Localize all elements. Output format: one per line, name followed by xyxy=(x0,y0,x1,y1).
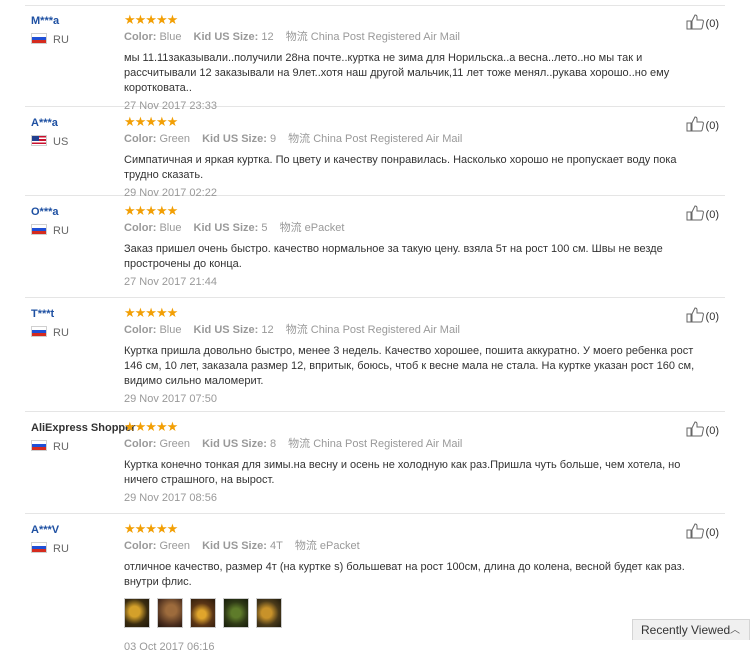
review-item: AliExpress Shopper RU ★★★★★ Color: Green… xyxy=(25,412,725,514)
review-item: A***a US ★★★★★ Color: Green Kid US Size:… xyxy=(25,107,725,199)
size-value: 4T xyxy=(269,540,283,552)
rating-stars: ★★★★★ xyxy=(124,419,178,434)
review-attributes: Color: Blue Kid US Size: 12 物流 China Pos… xyxy=(124,30,714,44)
reviewer-country: RU xyxy=(53,327,69,339)
color-label: Color: xyxy=(124,438,157,450)
review-date: 29 Nov 2017 07:50 xyxy=(124,393,217,405)
review-date: 27 Nov 2017 21:44 xyxy=(124,276,217,288)
review-attributes: Color: Blue Kid US Size: 5 物流 ePacket xyxy=(124,221,714,235)
review-attributes: Color: Green Kid US Size: 4T 物流 ePacket xyxy=(124,539,714,553)
chevron-up-icon: ︿ xyxy=(730,625,740,636)
review-photo-thumbnail[interactable] xyxy=(190,598,216,628)
color-value: Green xyxy=(159,540,191,552)
flag-icon xyxy=(31,135,47,146)
helpful-button[interactable]: (0) xyxy=(686,116,719,134)
shipping-method: 物流 China Post Registered Air Mail xyxy=(285,31,460,43)
review-photos xyxy=(124,598,714,628)
review-item: A***V RU ★★★★★ Color: Green Kid US Size:… xyxy=(25,514,725,653)
review-text: Куртка конечно тонкая для зимы.на весну … xyxy=(124,459,681,486)
review-attributes: Color: Green Kid US Size: 8 物流 China Pos… xyxy=(124,437,714,451)
review-text: Симпатичная и яркая куртка. По цвету и к… xyxy=(124,154,677,181)
shipping-method: 物流 China Post Registered Air Mail xyxy=(285,324,460,336)
recently-viewed-label: Recently Viewed xyxy=(641,623,731,637)
helpful-button[interactable]: (0) xyxy=(686,421,719,439)
reviewer-country: RU xyxy=(53,441,69,453)
reviewer-country: RU xyxy=(53,225,69,237)
reviewer-country: RU xyxy=(53,34,69,46)
size-label: Kid US Size: xyxy=(202,540,267,552)
color-label: Color: xyxy=(124,222,157,234)
size-value: 12 xyxy=(261,324,274,336)
thumbs-up-icon xyxy=(686,205,704,221)
thumbs-up-icon xyxy=(686,116,704,132)
shipping-method: 物流 China Post Registered Air Mail xyxy=(288,438,463,450)
review-item: O***a RU ★★★★★ Color: Blue Kid US Size: … xyxy=(25,196,725,298)
rating-stars: ★★★★★ xyxy=(124,12,178,27)
rating-stars: ★★★★★ xyxy=(124,305,178,320)
review-date: 29 Nov 2017 08:56 xyxy=(124,492,217,504)
color-value: Blue xyxy=(159,31,182,43)
reviewer-country: US xyxy=(53,136,69,148)
review-item: M***a RU ★★★★★ Color: Blue Kid US Size: … xyxy=(25,5,725,112)
flag-icon xyxy=(31,326,47,337)
color-label: Color: xyxy=(124,133,157,145)
thumbs-up-icon xyxy=(686,523,704,539)
review-photo-thumbnail[interactable] xyxy=(157,598,183,628)
helpful-button[interactable]: (0) xyxy=(686,523,719,541)
flag-icon xyxy=(31,33,47,44)
review-photo-thumbnail[interactable] xyxy=(124,598,150,628)
thumbs-up-icon xyxy=(686,421,704,437)
color-value: Green xyxy=(159,438,191,450)
flag-icon xyxy=(31,542,47,553)
helpful-button[interactable]: (0) xyxy=(686,14,719,32)
recently-viewed-tab[interactable]: Recently Viewed ︿ xyxy=(632,619,750,640)
color-label: Color: xyxy=(124,540,157,552)
flag-icon xyxy=(31,440,47,451)
helpful-button[interactable]: (0) xyxy=(686,205,719,223)
size-label: Kid US Size: xyxy=(202,133,267,145)
size-label: Kid US Size: xyxy=(193,222,259,234)
rating-stars: ★★★★★ xyxy=(124,521,178,536)
color-value: Green xyxy=(159,133,191,145)
helpful-button[interactable]: (0) xyxy=(686,307,719,325)
review-text: отличное качество, размер 4т (на куртке … xyxy=(124,561,685,588)
review-item: T***t RU ★★★★★ Color: Blue Kid US Size: … xyxy=(25,298,725,412)
thumbs-up-icon xyxy=(686,307,704,323)
review-date: 03 Oct 2017 06:16 xyxy=(124,641,215,653)
shipping-method: 物流 ePacket xyxy=(279,222,345,234)
size-value: 9 xyxy=(269,133,277,145)
shipping-method: 物流 China Post Registered Air Mail xyxy=(288,133,463,145)
review-attributes: Color: Green Kid US Size: 9 物流 China Pos… xyxy=(124,132,714,146)
color-value: Blue xyxy=(159,324,182,336)
size-value: 8 xyxy=(269,438,277,450)
review-text: Куртка пришла довольно быстро, менее 3 н… xyxy=(124,345,695,387)
review-text: мы 11.11заказывали..получили 28на почте.… xyxy=(124,52,670,94)
thumbs-up-icon xyxy=(686,14,704,30)
color-label: Color: xyxy=(124,31,157,43)
color-label: Color: xyxy=(124,324,157,336)
review-photo-thumbnail[interactable] xyxy=(223,598,249,628)
review-attributes: Color: Blue Kid US Size: 12 物流 China Pos… xyxy=(124,323,714,337)
flag-icon xyxy=(31,224,47,235)
rating-stars: ★★★★★ xyxy=(124,203,178,218)
size-label: Kid US Size: xyxy=(202,438,267,450)
review-text: Заказ пришел очень быстро. качество норм… xyxy=(124,243,663,270)
size-label: Kid US Size: xyxy=(193,324,259,336)
color-value: Blue xyxy=(159,222,182,234)
review-photo-thumbnail[interactable] xyxy=(256,598,282,628)
rating-stars: ★★★★★ xyxy=(124,114,178,129)
reviewer-country: RU xyxy=(53,543,69,555)
size-label: Kid US Size: xyxy=(193,31,259,43)
size-value: 5 xyxy=(261,222,268,234)
size-value: 12 xyxy=(261,31,274,43)
shipping-method: 物流 ePacket xyxy=(294,540,360,552)
